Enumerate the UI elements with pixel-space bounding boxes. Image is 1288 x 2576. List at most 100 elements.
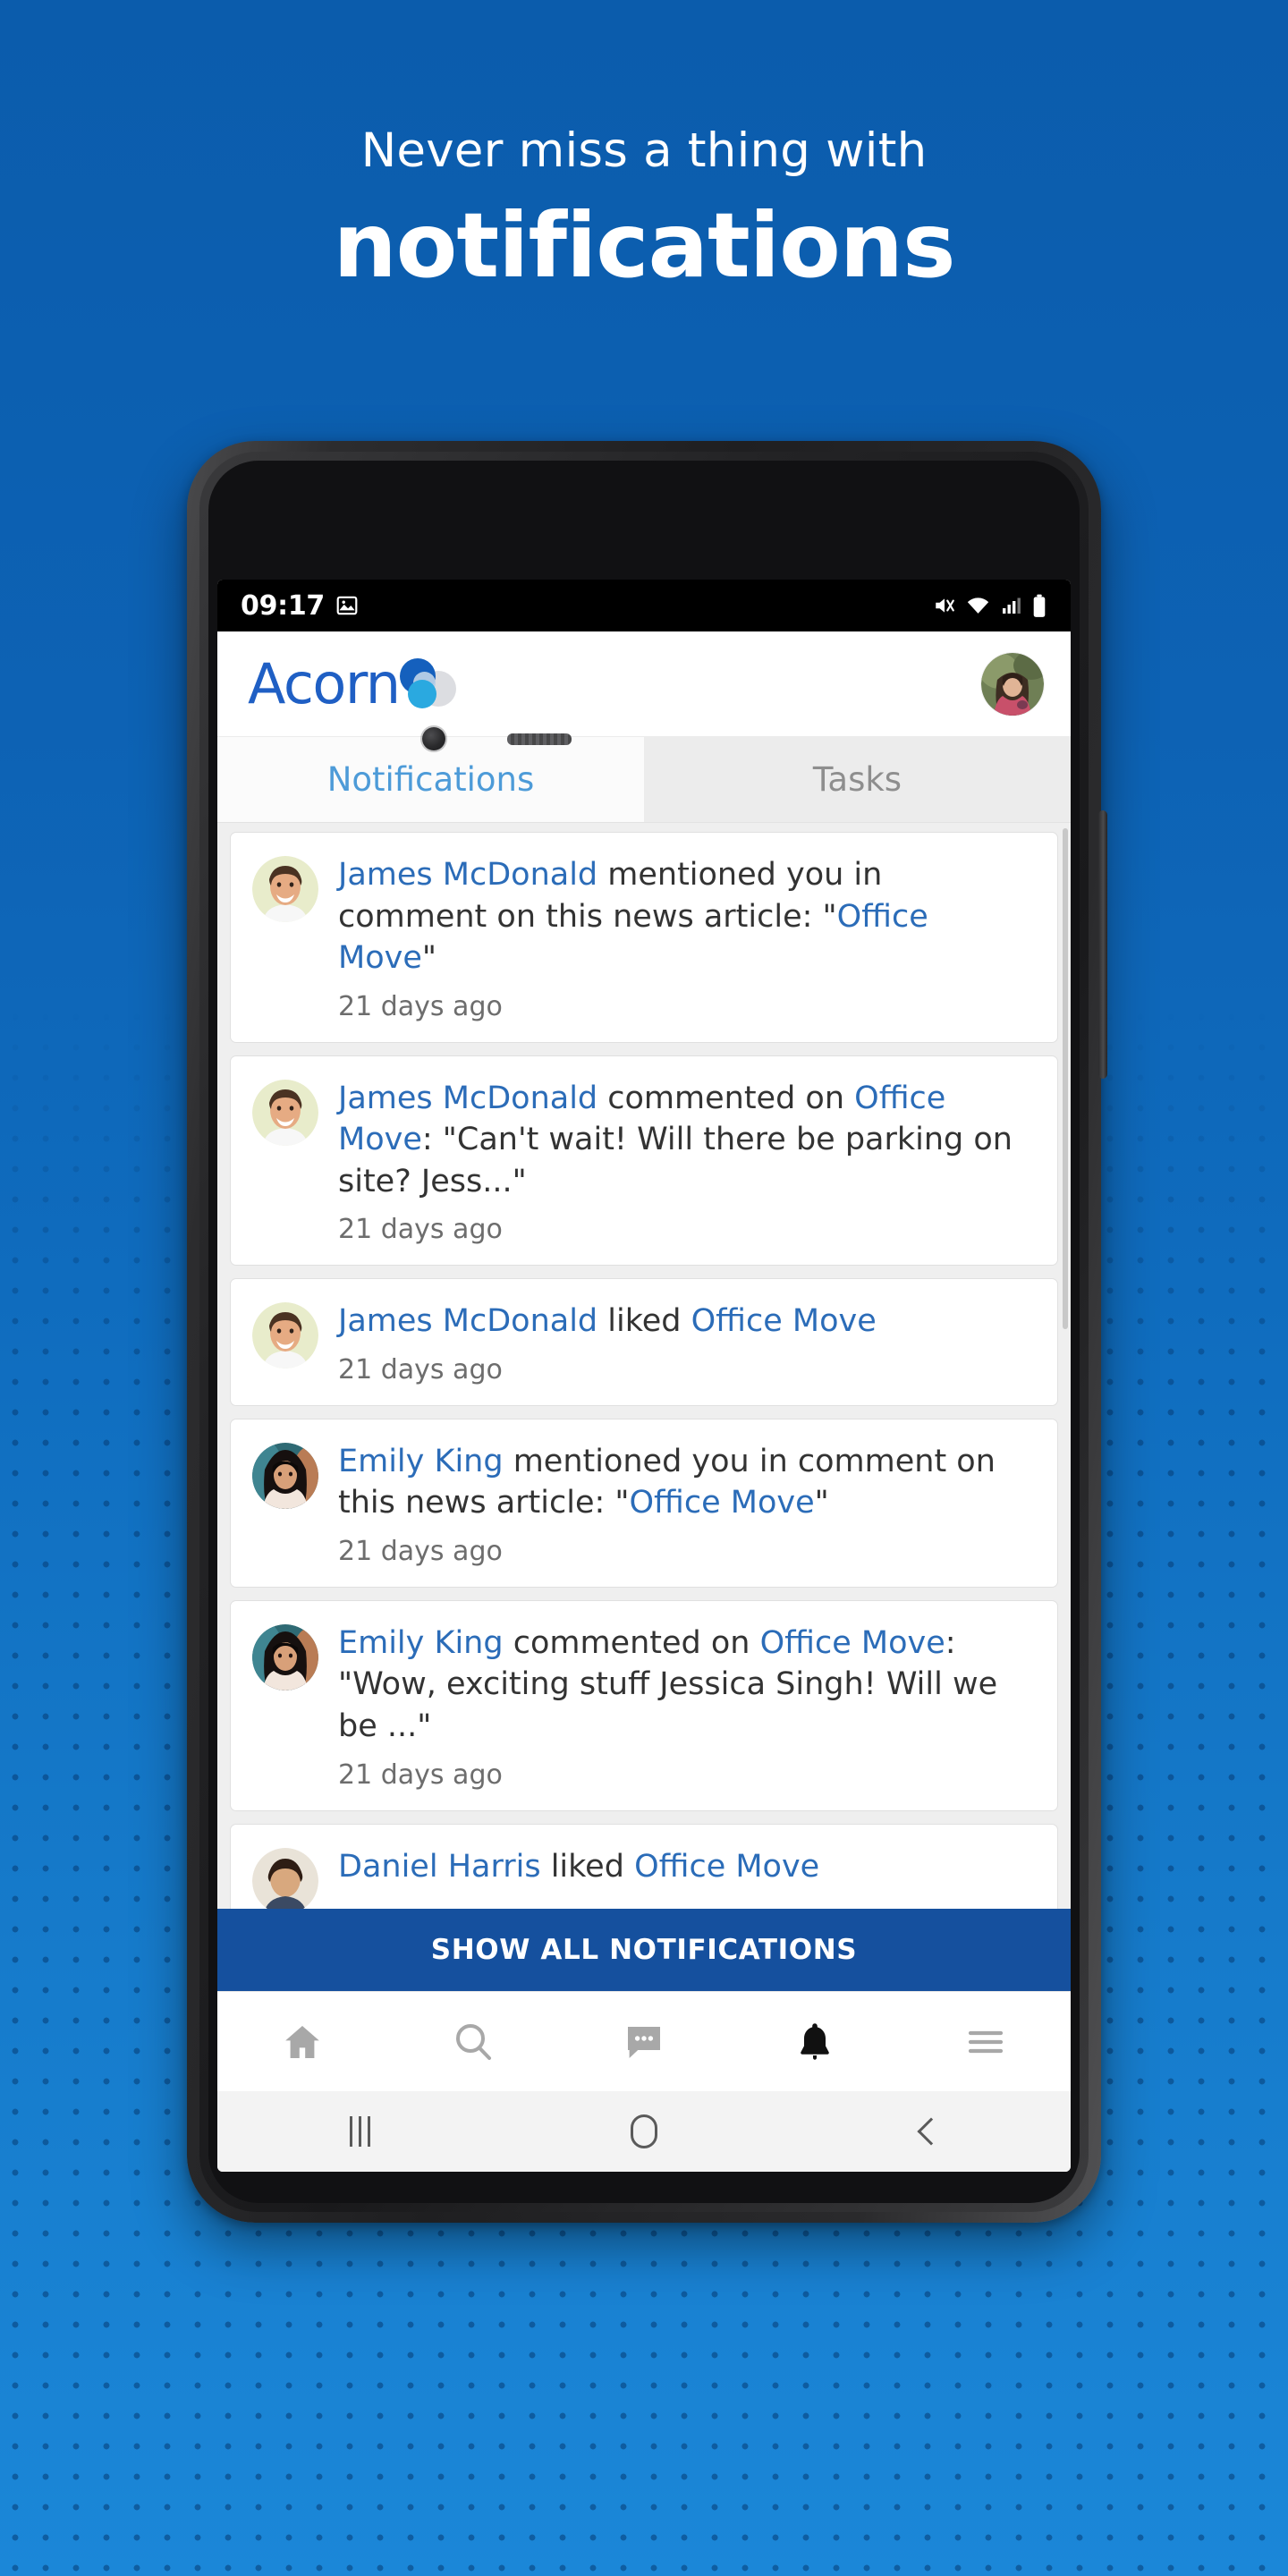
chat-icon xyxy=(627,2026,660,2058)
avatar-image xyxy=(252,1623,318,1690)
notification-text-fragment: liked xyxy=(597,1303,691,1340)
notification-link[interactable]: Office Move xyxy=(630,1485,815,1521)
avatar-image xyxy=(252,1847,318,1914)
emily-king-avatar xyxy=(252,1442,318,1509)
notification-card-body: James McDonald mentioned you in comment … xyxy=(338,854,1034,1022)
bell-icon xyxy=(800,2022,829,2060)
notification-link[interactable]: Emily King xyxy=(338,1625,504,1661)
notification-link[interactable]: Office Move xyxy=(634,1849,819,1885)
notification-card-body: Emily King commented on Office Move: "Wo… xyxy=(338,1623,1034,1791)
avatar-image xyxy=(252,856,318,922)
avatar-image xyxy=(981,652,1044,716)
status-bar-right xyxy=(933,594,1047,618)
notification-link[interactable]: James McDonald xyxy=(338,1080,597,1116)
notification-link[interactable]: James McDonald xyxy=(338,1303,597,1339)
home-icon xyxy=(285,2025,320,2058)
notification-text: James McDonald commented on Office Move:… xyxy=(338,1078,1034,1203)
notification-text-fragment: commented on xyxy=(597,1080,855,1116)
image-icon xyxy=(336,596,358,615)
tab-notifications-label: Notifications xyxy=(326,760,535,799)
notification-text: Daniel Harris liked Office Move xyxy=(338,1846,1034,1888)
status-time: 09:17 xyxy=(241,589,325,622)
notification-card-body: Daniel Harris liked Office Move xyxy=(338,1846,1034,1914)
hamburger-menu-icon xyxy=(968,2030,1003,2053)
notification-card[interactable]: Emily King mentioned you in comment on t… xyxy=(230,1418,1058,1588)
james-mcdonald-avatar xyxy=(252,1302,318,1369)
notification-text: Emily King mentioned you in comment on t… xyxy=(338,1441,1034,1524)
promo-headline: Never miss a thing with notifications xyxy=(0,123,1288,299)
notification-card[interactable]: Emily King commented on Office Move: "Wo… xyxy=(230,1599,1058,1811)
notification-card[interactable]: James McDonald liked Office Move 21 days … xyxy=(230,1278,1058,1406)
avatar-image xyxy=(252,1079,318,1146)
james-mcdonald-avatar xyxy=(252,1079,318,1146)
avatar[interactable] xyxy=(981,652,1044,716)
daniel-harris-avatar xyxy=(252,1847,318,1914)
promo-screenshot: Never miss a thing with notifications 09… xyxy=(0,0,1288,2576)
search-icon xyxy=(456,2023,492,2060)
system-recents-button[interactable] xyxy=(217,2116,502,2147)
nav-item-home[interactable] xyxy=(217,2021,388,2063)
notification-text: James McDonald mentioned you in comment … xyxy=(338,854,1034,979)
notification-timestamp: 21 days ago xyxy=(338,1214,503,1246)
notification-link[interactable]: Emily King xyxy=(338,1444,504,1479)
status-bar: 09:17 xyxy=(217,580,1071,631)
notification-link[interactable]: James McDonald xyxy=(338,857,597,893)
acorn-circles-logo-icon xyxy=(397,657,456,712)
notification-text-fragment: : "Can't wait! Will there be parking on … xyxy=(338,1122,1013,1199)
app-header: Acorn xyxy=(217,631,1071,737)
notification-card-body: James McDonald liked Office Move 21 days … xyxy=(338,1301,1034,1385)
james-mcdonald-avatar xyxy=(252,856,318,922)
notification-timestamp: 21 days ago xyxy=(338,1535,503,1567)
phone-mockup: 09:17 Acorn Notifications Tasks James Mc… xyxy=(187,441,1107,2223)
avatar-image xyxy=(252,1442,318,1509)
signal-icon xyxy=(1003,597,1021,614)
nav-item-menu[interactable] xyxy=(900,2021,1071,2063)
system-home-button[interactable] xyxy=(502,2114,786,2148)
battery-icon xyxy=(1033,594,1046,617)
notification-text-fragment: liked xyxy=(540,1848,635,1885)
notification-timestamp: 21 days ago xyxy=(338,990,503,1022)
notification-card-body: James McDonald commented on Office Move:… xyxy=(338,1078,1034,1246)
promo-headline-line2: notifications xyxy=(333,193,955,299)
recents-icon xyxy=(349,2116,370,2147)
notification-text-fragment: commented on xyxy=(503,1624,760,1661)
notification-text: Emily King commented on Office Move: "Wo… xyxy=(338,1623,1034,1748)
nav-item-chat[interactable] xyxy=(559,2021,730,2063)
emily-king-avatar xyxy=(252,1623,318,1690)
notification-link[interactable]: Daniel Harris xyxy=(338,1849,541,1885)
notification-link[interactable]: Office Move xyxy=(691,1303,877,1339)
notification-text-fragment: " xyxy=(814,1485,829,1521)
notification-text-fragment: " xyxy=(421,940,436,977)
system-back-button[interactable] xyxy=(786,2117,1071,2146)
notification-card[interactable]: James McDonald mentioned you in comment … xyxy=(230,832,1058,1043)
tab-tasks[interactable]: Tasks xyxy=(644,737,1071,822)
back-icon xyxy=(917,2117,945,2146)
home-icon xyxy=(631,2114,657,2148)
phone-screen: 09:17 Acorn Notifications Tasks James Mc… xyxy=(217,580,1071,2172)
list-scrollbar[interactable] xyxy=(1063,828,1068,1329)
acorn-logo-text: Acorn xyxy=(248,650,401,716)
wifi-icon xyxy=(967,597,989,614)
status-bar-left: 09:17 xyxy=(241,590,359,622)
system-navigation-bar xyxy=(217,2091,1071,2172)
tab-bar: Notifications Tasks xyxy=(217,737,1071,823)
nav-item-search[interactable] xyxy=(388,2021,559,2063)
notification-link[interactable]: Office Move xyxy=(760,1625,945,1661)
mute-icon xyxy=(936,598,954,613)
promo-headline-line1: Never miss a thing with xyxy=(360,123,928,178)
show-all-notifications-button[interactable]: SHOW ALL NOTIFICATIONS xyxy=(217,1909,1071,1991)
front-camera-icon xyxy=(422,727,445,750)
notification-text: James McDonald liked Office Move xyxy=(338,1301,1034,1343)
earpiece-speaker-icon xyxy=(507,733,572,745)
avatar-image xyxy=(252,1302,318,1369)
app-bottom-nav xyxy=(217,1991,1071,2091)
acorn-logo[interactable]: Acorn xyxy=(248,650,456,716)
phone-side-button[interactable] xyxy=(1098,810,1107,1079)
nav-item-notifications[interactable] xyxy=(729,2021,900,2063)
notification-timestamp: 21 days ago xyxy=(338,1758,503,1791)
tab-tasks-label: Tasks xyxy=(812,760,902,799)
notification-card[interactable]: James McDonald commented on Office Move:… xyxy=(230,1055,1058,1267)
notification-timestamp: 21 days ago xyxy=(338,1353,503,1385)
notification-card-body: Emily King mentioned you in comment on t… xyxy=(338,1441,1034,1567)
notification-list[interactable]: James McDonald mentioned you in comment … xyxy=(217,823,1071,1991)
